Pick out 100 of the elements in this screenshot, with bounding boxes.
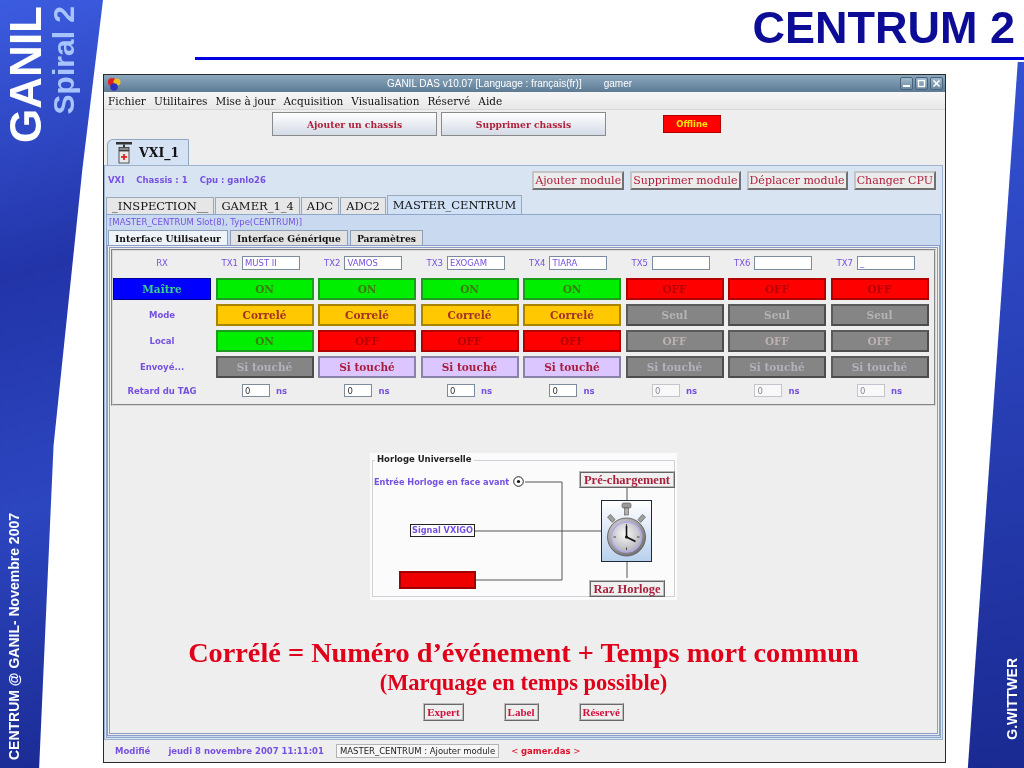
footer-text: CENTRUM @ GANIL- Novembre 2007 — [7, 512, 21, 760]
info-label: VXI — [108, 175, 125, 185]
view-tab[interactable]: Paramètres — [349, 230, 423, 245]
row-label: Local — [149, 336, 175, 346]
chassis-tab[interactable]: VXI_1 — [107, 139, 190, 165]
menu-item[interactable]: Mise à jour — [215, 94, 276, 107]
channel-label: TX4 — [529, 257, 546, 268]
row-label: Envoyé... — [139, 362, 185, 372]
module-tab[interactable]: ADC — [300, 197, 340, 214]
footer-button[interactable]: Expert — [423, 702, 464, 721]
status-text: Modifié — [115, 746, 151, 756]
logo-subtitle: Spiral 2 — [49, 6, 79, 115]
module-button[interactable]: Changer CPU — [853, 170, 936, 190]
unit-label: ns — [685, 385, 698, 396]
toggle-button[interactable]: ON — [420, 278, 519, 300]
unit-label: ns — [890, 385, 903, 396]
app-logo-icon — [107, 76, 121, 91]
module-button[interactable]: Déplacer module — [746, 170, 848, 190]
channel-label: TX1 — [221, 257, 238, 268]
info-label: Cpu : ganlo26 — [199, 175, 266, 185]
menu-item[interactable]: Réservé — [427, 94, 471, 107]
user-name: gamer — [603, 78, 633, 89]
radio-button[interactable] — [513, 476, 525, 487]
footer-button[interactable]: Réservé — [578, 702, 624, 721]
module-tab[interactable]: ADC2 — [340, 197, 386, 214]
toggle-button[interactable]: ON — [215, 278, 314, 300]
clock-switch-button[interactable] — [399, 571, 476, 589]
module-tab[interactable]: _INSPECTION__ — [106, 197, 215, 214]
signal-label: Signal VXIGO — [410, 524, 475, 537]
delay-field[interactable]: 0 — [241, 384, 270, 397]
menu-item[interactable]: Visualisation — [351, 94, 420, 107]
channel-label: TX7 — [836, 257, 853, 268]
close-button[interactable] — [930, 77, 943, 90]
toggle-button[interactable]: Correlé — [523, 304, 621, 326]
toggle-button[interactable]: Correlé — [318, 304, 416, 326]
rx-label: RX — [156, 257, 168, 268]
row-label-button[interactable]: Maître — [113, 278, 211, 300]
file-label: < gamer.das > — [511, 746, 581, 756]
menu-item[interactable]: Utilitaires — [153, 94, 208, 107]
row-label: Mode — [148, 310, 176, 320]
delay-field[interactable]: 0 — [549, 384, 578, 397]
stopwatch-icon — [601, 500, 652, 562]
channel-name-field[interactable]: MUST II — [241, 255, 300, 270]
channel-name-field[interactable]: EXOGAM — [446, 255, 505, 270]
date-text: jeudi 8 novembre 2007 11:11:01 — [168, 746, 324, 756]
toolbar-button[interactable]: Supprimer chassis — [441, 112, 606, 136]
channel-label: TX3 — [426, 257, 443, 268]
toggle-button[interactable]: ON — [318, 278, 416, 300]
maximize-button[interactable] — [915, 77, 928, 90]
status-message: MASTER_CENTRUM : Ajouter module — [335, 744, 500, 758]
menu-item[interactable]: Aide — [478, 94, 503, 107]
channel-name-field[interactable] — [651, 255, 710, 270]
view-tab[interactable]: Interface Générique — [229, 230, 348, 245]
unit-label: ns — [480, 385, 493, 396]
channel-name-field[interactable]: _ — [856, 255, 915, 270]
module-tab[interactable]: MASTER_CENTRUM — [386, 195, 523, 214]
caption-text: Corrélé = Numéro d’événement + Temps mort commun — [188, 637, 859, 669]
window-title: GANIL DAS v10.07 [Language : français(fr)] — [386, 78, 582, 89]
device-icon — [116, 141, 132, 164]
close-icon — [932, 79, 941, 88]
footer-button[interactable]: Label — [503, 702, 539, 721]
channel-name-field[interactable]: VAMOS — [344, 255, 403, 270]
view-tab[interactable]: Interface Utilisateur — [108, 230, 228, 245]
delay-field[interactable]: 0 — [446, 384, 475, 397]
minimize-button[interactable] — [900, 77, 913, 90]
module-button[interactable]: Supprimer module — [630, 170, 741, 190]
row-label: Retard du TAG — [127, 385, 197, 396]
radio-label: Entrée Horloge en face avant — [374, 476, 510, 487]
connector-line — [626, 561, 628, 579]
channel-label: TX5 — [631, 257, 648, 268]
slide-title: CENTRUM 2 — [752, 1, 1016, 50]
preload-button[interactable]: Pré-chargement — [579, 471, 675, 488]
module-button[interactable]: Ajouter module — [532, 170, 625, 190]
reset-button[interactable]: Raz Horloge — [589, 580, 665, 597]
toggle-button[interactable]: Si touché — [523, 356, 621, 378]
module-tab[interactable]: GAMER_1_4 — [215, 197, 300, 214]
author-text: G.WITTWER — [1005, 658, 1019, 740]
channel-name-field[interactable]: TIARA — [549, 255, 608, 270]
menu-item[interactable]: Fichier — [108, 94, 146, 107]
delay-field[interactable]: 0 — [344, 384, 373, 397]
channel-label: TX2 — [324, 257, 341, 268]
toggle-button[interactable]: Correlé — [420, 304, 519, 326]
maximize-icon — [917, 79, 926, 88]
unit-label: ns — [788, 385, 800, 396]
menu-item[interactable]: Acquisition — [283, 94, 344, 107]
logo-text: GANIL — [4, 6, 48, 143]
unit-label: ns — [583, 385, 595, 396]
module-info: [MASTER_CENTRUM Slot(8), Type(CENTRUM)] — [109, 216, 303, 228]
status-indicator: Offline — [663, 115, 721, 133]
toggle-button[interactable]: Si touché — [420, 356, 519, 378]
unit-label: ns — [275, 385, 288, 396]
channel-label: TX6 — [734, 257, 751, 268]
toolbar-button[interactable]: Ajouter un chassis — [272, 112, 437, 136]
connector-line — [626, 486, 628, 501]
toggle-button[interactable]: Correlé — [215, 304, 314, 326]
toggle-button[interactable]: ON — [523, 278, 621, 300]
channel-name-field[interactable] — [754, 255, 813, 270]
toggle-button[interactable]: ON — [215, 330, 314, 352]
toggle-button[interactable]: Si touché — [318, 356, 416, 378]
panel-title: Horloge Universelle — [375, 454, 474, 464]
